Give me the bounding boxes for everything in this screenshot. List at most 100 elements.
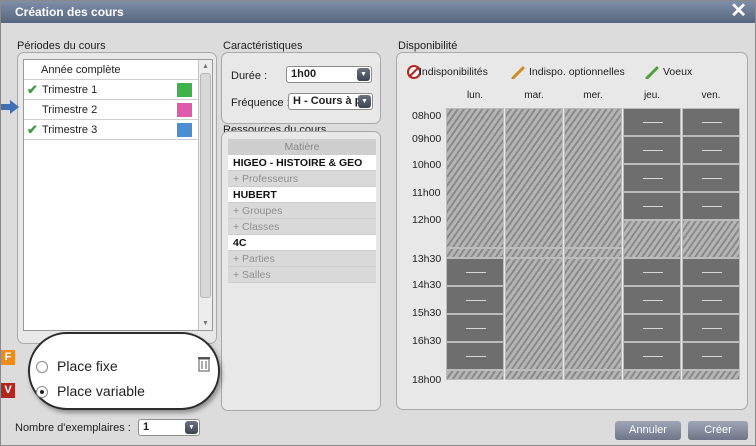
day-header-tue: mar. [524, 90, 544, 101]
hour-label: 12h00 [412, 214, 442, 226]
pointer-arrow-icon [1, 100, 19, 114]
grid-block-mon-noon[interactable] [446, 248, 504, 258]
chevron-down-icon[interactable]: ▼ [357, 68, 370, 81]
periods-scrollbar[interactable]: ▲ ▼ [198, 60, 212, 330]
period-row-trimestre-1[interactable]: ✔ Trimestre 1 [24, 80, 212, 100]
hour-label: 14h30 [412, 279, 442, 291]
grid-block-tue-noon[interactable] [505, 248, 563, 258]
window-title: Création des cours [15, 5, 124, 19]
grid-cell[interactable] [623, 136, 681, 164]
close-icon[interactable]: ✕ [730, 0, 747, 22]
hour-label: 16h30 [412, 335, 442, 347]
grid-cell[interactable] [623, 258, 681, 286]
fixed-badge: F [1, 350, 15, 365]
grid-block-mon-morning[interactable] [446, 108, 504, 248]
day-header-mon: lun. [466, 90, 484, 101]
period-label: Trimestre 1 [42, 84, 98, 96]
place-variable-radio[interactable] [36, 386, 48, 398]
duration-value: 1h00 [291, 68, 317, 80]
hour-label: 11h00 [412, 187, 441, 199]
period-row-trimestre-3[interactable]: ✔ Trimestre 3 [24, 120, 212, 140]
grid-cell[interactable] [682, 108, 740, 136]
check-icon: ✔ [27, 82, 38, 97]
cancel-button[interactable]: Annuler [615, 421, 681, 440]
grid-cell[interactable] [682, 342, 740, 370]
grid-cell[interactable] [446, 314, 504, 342]
scroll-up-icon[interactable]: ▲ [200, 61, 211, 72]
check-icon: ✔ [27, 122, 38, 137]
color-swatch [177, 83, 192, 97]
place-fixed-radio[interactable] [36, 361, 48, 373]
optional-brush-icon[interactable] [511, 65, 525, 79]
period-row-trimestre-2[interactable]: Trimestre 2 [24, 100, 212, 120]
hour-label: 18h00 [412, 374, 442, 386]
grid-block-thu-noon[interactable] [623, 220, 681, 258]
frequency-select[interactable]: H - Cours à p ▼ [288, 93, 373, 110]
duration-select[interactable]: 1h00 ▼ [286, 66, 372, 83]
color-swatch [177, 123, 192, 137]
grid-cell[interactable] [623, 192, 681, 220]
trash-icon[interactable] [198, 356, 210, 372]
grid-block-wed-morning[interactable] [564, 108, 622, 248]
grid-cell[interactable] [446, 258, 504, 286]
grid-block-fri-noon[interactable] [682, 220, 740, 258]
period-full-year[interactable]: Année complète [24, 60, 212, 80]
resource-groups-header[interactable]: + Groupes [228, 203, 376, 219]
grid-block-tue-afternoon[interactable] [505, 258, 563, 370]
grid-cell[interactable] [682, 164, 740, 192]
grid-block-tue-evening[interactable] [505, 370, 563, 380]
legend-unavailable: Indisponibilités [419, 66, 488, 78]
grid-cell[interactable] [682, 136, 740, 164]
scroll-down-icon[interactable]: ▼ [200, 318, 211, 329]
resource-class-value[interactable]: 4C [228, 235, 376, 251]
chevron-down-icon[interactable]: ▼ [185, 421, 198, 434]
day-header-wed: mer. [583, 90, 603, 101]
grid-cell[interactable] [682, 192, 740, 220]
grid-block-wed-afternoon[interactable] [564, 258, 622, 370]
periods-list: Année complète ✔ Trimestre 1 Trimestre 2… [23, 59, 213, 331]
resource-classes-header[interactable]: + Classes [228, 219, 376, 235]
grid-block-thu-evening[interactable] [623, 370, 681, 380]
resource-subject-value[interactable]: HIGEO - HISTOIRE & GEO [228, 155, 376, 171]
resources-list: Matière HIGEO - HISTOIRE & GEO + Profess… [228, 139, 376, 283]
availability-label: Disponibilité [398, 40, 458, 52]
grid-block-fri-evening[interactable] [682, 370, 740, 380]
periods-label: Périodes du cours [17, 40, 106, 52]
grid-cell[interactable] [682, 286, 740, 314]
grid-cell[interactable] [446, 286, 504, 314]
resource-subject-header: Matière [228, 139, 376, 155]
grid-block-tue-morning[interactable] [505, 108, 563, 248]
grid-cell[interactable] [623, 314, 681, 342]
variable-badge: V [1, 383, 15, 398]
course-creation-dialog: Création des cours ✕ Périodes du cours A… [0, 0, 756, 446]
grid-block-wed-evening[interactable] [564, 370, 622, 380]
duration-label: Durée : [231, 70, 268, 82]
title-bar: Création des cours ✕ [1, 0, 755, 23]
grid-block-mon-evening[interactable] [446, 370, 504, 380]
place-variable-label[interactable]: Place variable [57, 383, 145, 399]
create-button[interactable]: Créer [688, 421, 748, 440]
grid-cell[interactable] [623, 108, 681, 136]
day-header-fri: ven. [701, 90, 721, 101]
characteristics-panel [221, 52, 381, 124]
copies-select[interactable]: 1 ▼ [138, 419, 200, 436]
grid-cell[interactable] [623, 286, 681, 314]
resource-teachers-header[interactable]: + Professeurs [228, 171, 376, 187]
wishes-brush-icon[interactable] [645, 65, 659, 79]
grid-block-wed-noon[interactable] [564, 248, 622, 258]
grid-cell[interactable] [446, 342, 504, 370]
scrollbar-thumb[interactable] [200, 73, 211, 298]
grid-cell[interactable] [682, 314, 740, 342]
grid-cell[interactable] [682, 258, 740, 286]
place-fixed-label[interactable]: Place fixe [57, 358, 118, 374]
grid-cell[interactable] [623, 342, 681, 370]
hour-label: 15h30 [412, 307, 442, 319]
hour-label: 08h00 [412, 110, 442, 122]
grid-cell[interactable] [623, 164, 681, 192]
frequency-value: H - Cours à p [293, 95, 362, 107]
resource-teacher-value[interactable]: HUBERT [228, 187, 376, 203]
chevron-down-icon[interactable]: ▼ [358, 95, 371, 108]
resource-parts-header[interactable]: + Parties [228, 251, 376, 267]
resource-rooms-header[interactable]: + Salles [228, 267, 376, 283]
characteristics-label: Caractéristiques [223, 40, 303, 52]
